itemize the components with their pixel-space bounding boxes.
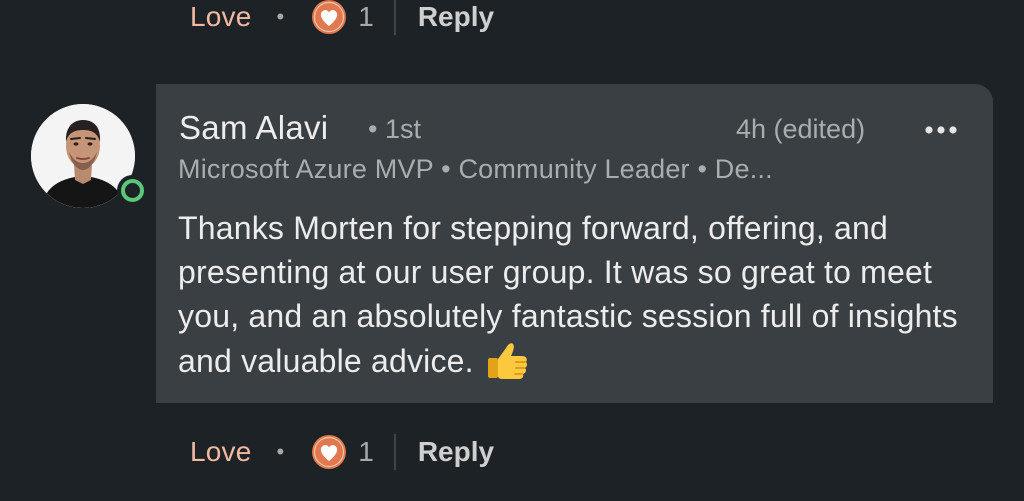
- love-reaction-button[interactable]: Love: [190, 436, 252, 468]
- love-reaction-button[interactable]: Love: [190, 1, 252, 33]
- comment-body: Thanks Morten for stepping forward, offe…: [178, 206, 968, 383]
- separator-dot: •: [276, 439, 285, 464]
- author-name[interactable]: Sam Alavi: [179, 109, 328, 147]
- comment-timestamp: 4h (edited): [736, 114, 866, 144]
- comment-text: Thanks Morten for stepping forward, offe…: [178, 210, 958, 379]
- previous-comment-actions: Love • 1 Reply: [190, 0, 494, 37]
- reply-button[interactable]: Reply: [418, 436, 494, 468]
- online-status-icon: [117, 175, 148, 206]
- author-avatar[interactable]: [31, 104, 148, 210]
- heart-reaction-icon[interactable]: [311, 0, 347, 35]
- heart-reaction-icon[interactable]: [311, 434, 347, 470]
- separator-dot: •: [276, 4, 285, 29]
- reply-button[interactable]: Reply: [418, 1, 494, 33]
- connection-degree: • 1st: [368, 114, 421, 144]
- divider: [393, 0, 396, 35]
- reaction-count[interactable]: 1: [358, 436, 374, 468]
- author-headline: Microsoft Azure MVP • Community Leader •…: [178, 154, 773, 184]
- divider: [393, 434, 396, 470]
- comment-actions: Love • 1 Reply: [190, 432, 494, 472]
- comment-bubble: Sam Alavi • 1st 4h (edited) Microsoft Az…: [156, 84, 993, 403]
- more-options-icon[interactable]: [921, 120, 961, 140]
- thumbs-up-icon: [486, 338, 530, 382]
- reaction-count[interactable]: 1: [358, 1, 374, 33]
